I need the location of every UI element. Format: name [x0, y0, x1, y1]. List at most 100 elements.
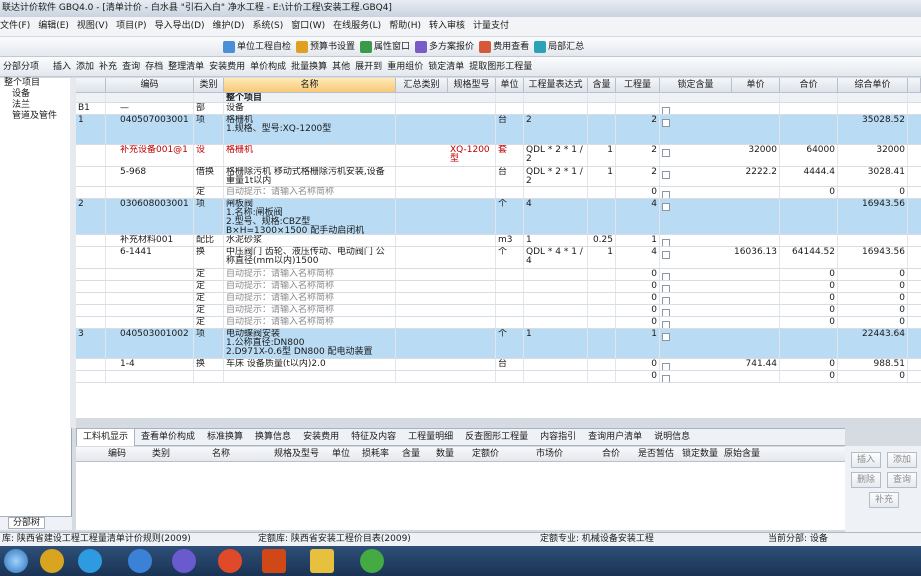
menu-item-7[interactable]: 窗口(W) [291, 21, 325, 31]
cell-type[interactable]: 定 [194, 293, 224, 304]
cell-spec[interactable] [448, 247, 496, 268]
cell-qty[interactable] [588, 329, 616, 358]
cell-code[interactable]: 补充材料001 [106, 235, 194, 246]
cell-total[interactable]: 4444.4 [780, 167, 838, 186]
cell-comp[interactable]: 0 [838, 371, 908, 382]
lock-qty-checkbox[interactable] [662, 375, 670, 382]
cell-code[interactable]: 1-4 [106, 359, 194, 370]
cell-total[interactable]: 0 [780, 293, 838, 304]
cell-name[interactable]: 自动提示：请输入名称简称 [224, 293, 396, 304]
cell-code[interactable]: — [106, 103, 194, 114]
delete-button[interactable]: 删除 [851, 472, 881, 488]
cell-no[interactable] [76, 145, 106, 166]
toolbar2-button-12[interactable]: 重用组价 [387, 57, 423, 76]
cell-no[interactable] [76, 187, 106, 198]
lock-qty-checkbox[interactable] [662, 107, 670, 114]
cell-name[interactable]: 自动提示：请输入名称简称 [224, 317, 396, 328]
cell-comp[interactable]: 32000 [838, 145, 908, 166]
lock-qty-checkbox[interactable] [662, 119, 670, 127]
toolbar2-button-11[interactable]: 展开到 [355, 57, 382, 76]
toolbar1-button-5[interactable]: 局部汇总 [534, 37, 584, 56]
cell-expr[interactable] [524, 103, 588, 114]
cell-spec[interactable] [448, 305, 496, 316]
folder-icon[interactable] [40, 549, 64, 573]
toolbar2-button-7[interactable]: 安装费用 [209, 57, 245, 76]
start-icon[interactable] [4, 549, 28, 573]
toolbar2-button-14[interactable]: 提取图形工程量 [469, 57, 532, 76]
detail-col-header[interactable]: 合价 [602, 447, 620, 462]
cell-name[interactable] [224, 371, 396, 382]
cell-spec[interactable] [448, 199, 496, 234]
col-header-name[interactable]: 名称 [224, 78, 396, 93]
cell-no[interactable] [76, 371, 106, 382]
cell-code[interactable]: 6-1441 [106, 247, 194, 268]
cell-comp[interactable] [838, 103, 908, 114]
cell-type[interactable]: 定 [194, 305, 224, 316]
cell-price[interactable] [732, 199, 780, 234]
cell-spec[interactable] [448, 371, 496, 382]
lock-qty-checkbox[interactable] [662, 273, 670, 280]
cell-qty[interactable] [588, 317, 616, 328]
table-row[interactable]: 定自动提示：请输入名称简称 0 0 0 [76, 317, 921, 329]
cell-qty[interactable]: 1 [588, 145, 616, 166]
query-button[interactable]: 查询 [887, 472, 917, 488]
cell-total[interactable]: 0 [780, 269, 838, 280]
cell-gc[interactable] [616, 103, 660, 114]
cell-unit[interactable] [496, 187, 524, 198]
cell-name[interactable]: 闸板阀 1.名称:闸板阀 2.型号、规格:CBZ型 B×H=1300×1500 … [224, 199, 396, 234]
table-row[interactable]: 定自动提示：请输入名称简称 0 0 0 [76, 269, 921, 281]
detail-col-header[interactable]: 编码 [108, 447, 126, 462]
col-header-total[interactable]: 合价 [780, 78, 838, 93]
cell-spec[interactable] [448, 187, 496, 198]
menu-item-3[interactable]: 项目(P) [116, 21, 146, 31]
cell-code[interactable] [106, 371, 194, 382]
cell-name[interactable]: 设备 [224, 103, 396, 114]
cell-total[interactable]: 0 [780, 317, 838, 328]
cell-price[interactable] [732, 371, 780, 382]
cell-gc[interactable]: 0 [616, 281, 660, 292]
menu-item-9[interactable]: 帮助(H) [389, 21, 421, 31]
cell-qty[interactable] [588, 281, 616, 292]
cell-spec[interactable] [448, 281, 496, 292]
cell-price[interactable] [732, 103, 780, 114]
cell-name[interactable]: 格栅机 1.规格、型号:XQ-1200型 [224, 115, 396, 144]
cell-spec[interactable] [448, 93, 496, 102]
cell-comp[interactable]: 0 [838, 317, 908, 328]
menu-item-1[interactable]: 编辑(E) [38, 21, 69, 31]
cell-qty[interactable]: 1 [588, 247, 616, 268]
cell-comp[interactable]: 16943.56 [838, 247, 908, 268]
cell-spec[interactable] [448, 235, 496, 246]
table-row[interactable]: 3 040503001002 项电动蝶阀安装 1.公称直径:DN800 2.D971… [76, 329, 921, 359]
cell-comp[interactable]: 988.51 [838, 359, 908, 370]
lock-qty-checkbox[interactable] [662, 309, 670, 316]
toolbar2-button-13[interactable]: 锁定清单 [428, 57, 464, 76]
cell-no[interactable]: B1 [76, 103, 106, 114]
tree-node[interactable]: 设备 [0, 89, 71, 100]
detail-col-header[interactable]: 单位 [332, 447, 350, 462]
cell-gc[interactable]: 2 [616, 145, 660, 166]
cell-price[interactable] [732, 93, 780, 102]
detail-col-header[interactable]: 规格及型号 [274, 447, 319, 462]
cell-code[interactable] [106, 305, 194, 316]
col-header-unit[interactable]: 单位 [496, 78, 524, 93]
cell-total[interactable]: 0 [780, 305, 838, 316]
cell-code[interactable]: 040503001002 [106, 329, 194, 358]
table-row[interactable]: 000 [76, 371, 921, 383]
cell-unit[interactable]: 个 [496, 329, 524, 358]
cell-price[interactable] [732, 187, 780, 198]
cell-spec[interactable] [448, 167, 496, 186]
menu-item-11[interactable]: 计量支付 [473, 21, 509, 31]
cell-name[interactable]: 格栅除污机 移动式格栅除污机安装,设备重量1t以内 [224, 167, 396, 186]
detail-col-header[interactable]: 定额价 [472, 447, 499, 462]
cell-type[interactable] [194, 93, 224, 102]
detail-col-header[interactable]: 类别 [152, 447, 170, 462]
cell-qty[interactable] [588, 103, 616, 114]
cell-no[interactable] [76, 293, 106, 304]
cell-total[interactable] [780, 93, 838, 102]
cell-code[interactable]: 补充设备001@1 [106, 145, 194, 166]
notes-icon[interactable] [310, 549, 334, 573]
cell-expr[interactable] [524, 317, 588, 328]
col-header-gc[interactable]: 工程量 [616, 78, 660, 93]
cell-no[interactable] [76, 247, 106, 268]
cell-name[interactable]: 格栅机 [224, 145, 396, 166]
